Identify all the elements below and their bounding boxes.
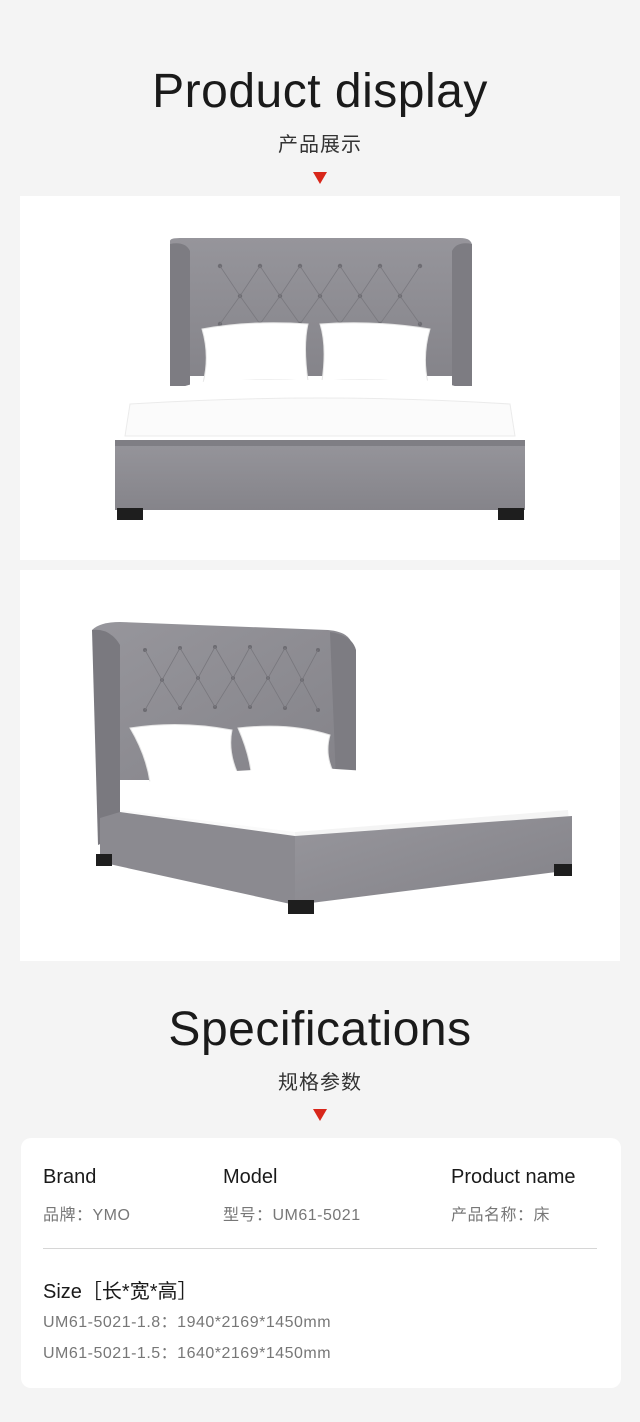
model-column: Model 型号：UM61-5021 — [223, 1166, 361, 1225]
product-name-label: Product name — [451, 1166, 576, 1188]
size-label: Size［长*宽*高］ — [43, 1281, 198, 1303]
size-row: UM61-5021-1.8：1940*2169*1450mm — [43, 1314, 332, 1331]
specifications-subtitle: 规格参数 — [278, 1072, 362, 1094]
spec-divider — [43, 1248, 597, 1249]
brand-label: Brand — [43, 1166, 97, 1188]
brand-value: 品牌：YMO — [43, 1207, 131, 1224]
model-value: 型号：UM61-5021 — [223, 1207, 361, 1224]
product-display-title: Product display — [152, 65, 488, 118]
product-name-value: 产品名称：床 — [451, 1207, 551, 1224]
brand-column: Brand 品牌：YMO — [43, 1166, 130, 1225]
specifications-title: Specifications — [168, 1003, 472, 1056]
down-triangle-icon — [313, 172, 327, 184]
size-row: UM61-5021-1.5：1640*2169*1450mm — [43, 1345, 332, 1362]
model-label: Model — [223, 1166, 278, 1188]
product-display-subtitle: 产品展示 — [278, 134, 362, 156]
product-name-column: Product name 产品名称：床 — [451, 1166, 576, 1225]
bed-front-photo — [20, 196, 620, 560]
specifications-card: Brand 品牌：YMO Model 型号：UM61-5021 Product … — [21, 1138, 621, 1388]
down-triangle-icon — [313, 1109, 327, 1121]
bed-angle-photo — [20, 570, 620, 961]
